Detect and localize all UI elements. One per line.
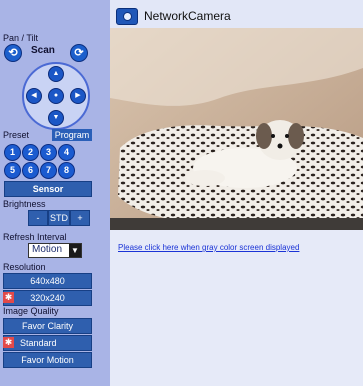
pan-tilt-label: Pan / Tilt bbox=[3, 33, 39, 43]
image-quality-label: Image Quality bbox=[3, 306, 59, 316]
camera-icon bbox=[116, 8, 138, 25]
camera-header: NetworkCamera bbox=[110, 0, 363, 28]
preset-label: Preset bbox=[3, 130, 30, 140]
favor-clarity-button[interactable]: Favor Clarity bbox=[3, 318, 92, 334]
refresh-interval-value: Motion bbox=[32, 244, 63, 255]
standard-quality-button[interactable]: Standard bbox=[3, 335, 92, 351]
favor-motion-button[interactable]: Favor Motion bbox=[3, 352, 92, 368]
gray-screen-help-link[interactable]: Please click here when gray color screen… bbox=[118, 243, 299, 252]
preset-3-button[interactable]: 3 bbox=[40, 144, 57, 161]
scan-right-button[interactable]: ⟳ bbox=[70, 44, 88, 62]
camera-image bbox=[110, 28, 363, 230]
resolution-320-button[interactable]: 320x240 bbox=[3, 290, 92, 306]
preset-8-button[interactable]: 8 bbox=[58, 162, 75, 179]
preset-1-button[interactable]: 1 bbox=[4, 144, 21, 161]
preset-5-button[interactable]: 5 bbox=[4, 162, 21, 179]
selected-marker-icon: ✱ bbox=[3, 292, 14, 303]
preset-2-button[interactable]: 2 bbox=[22, 144, 39, 161]
selected-marker-icon: ✱ bbox=[3, 337, 14, 348]
program-tab[interactable]: Program bbox=[52, 129, 92, 141]
brightness-increase-button[interactable]: + bbox=[70, 210, 90, 226]
sensor-button[interactable]: Sensor bbox=[4, 181, 92, 197]
refresh-interval-label: Refresh Interval bbox=[3, 232, 67, 242]
brightness-standard-button[interactable]: STD bbox=[48, 210, 70, 226]
tilt-down-button[interactable]: ▼ bbox=[48, 110, 64, 126]
resolution-label: Resolution bbox=[3, 262, 46, 272]
home-position-button[interactable]: ● bbox=[48, 88, 64, 104]
pan-tilt-dpad: ▲ ◀ ● ▶ ▼ bbox=[22, 62, 90, 130]
brightness-label: Brightness bbox=[3, 199, 46, 209]
scan-label: Scan bbox=[31, 45, 55, 56]
pan-left-button[interactable]: ◀ bbox=[26, 88, 42, 104]
preset-4-button[interactable]: 4 bbox=[58, 144, 75, 161]
refresh-interval-select[interactable]: Motion ▼ bbox=[28, 243, 82, 258]
control-sidebar: Pan / Tilt ⟲ Scan ⟳ ▲ ◀ ● ▶ ▼ Preset Pro… bbox=[0, 0, 110, 386]
rotate-left-button[interactable]: ⟲ bbox=[4, 44, 22, 62]
preset-6-button[interactable]: 6 bbox=[22, 162, 39, 179]
chevron-down-icon: ▼ bbox=[69, 244, 81, 257]
pan-right-button[interactable]: ▶ bbox=[70, 88, 86, 104]
resolution-640-button[interactable]: 640x480 bbox=[3, 273, 92, 289]
tilt-up-button[interactable]: ▲ bbox=[48, 66, 64, 82]
brightness-decrease-button[interactable]: - bbox=[28, 210, 48, 226]
camera-title: NetworkCamera bbox=[144, 9, 231, 23]
preset-7-button[interactable]: 7 bbox=[40, 162, 57, 179]
camera-video-feed[interactable] bbox=[110, 28, 363, 230]
resolution-320-label: 320x240 bbox=[30, 293, 65, 303]
